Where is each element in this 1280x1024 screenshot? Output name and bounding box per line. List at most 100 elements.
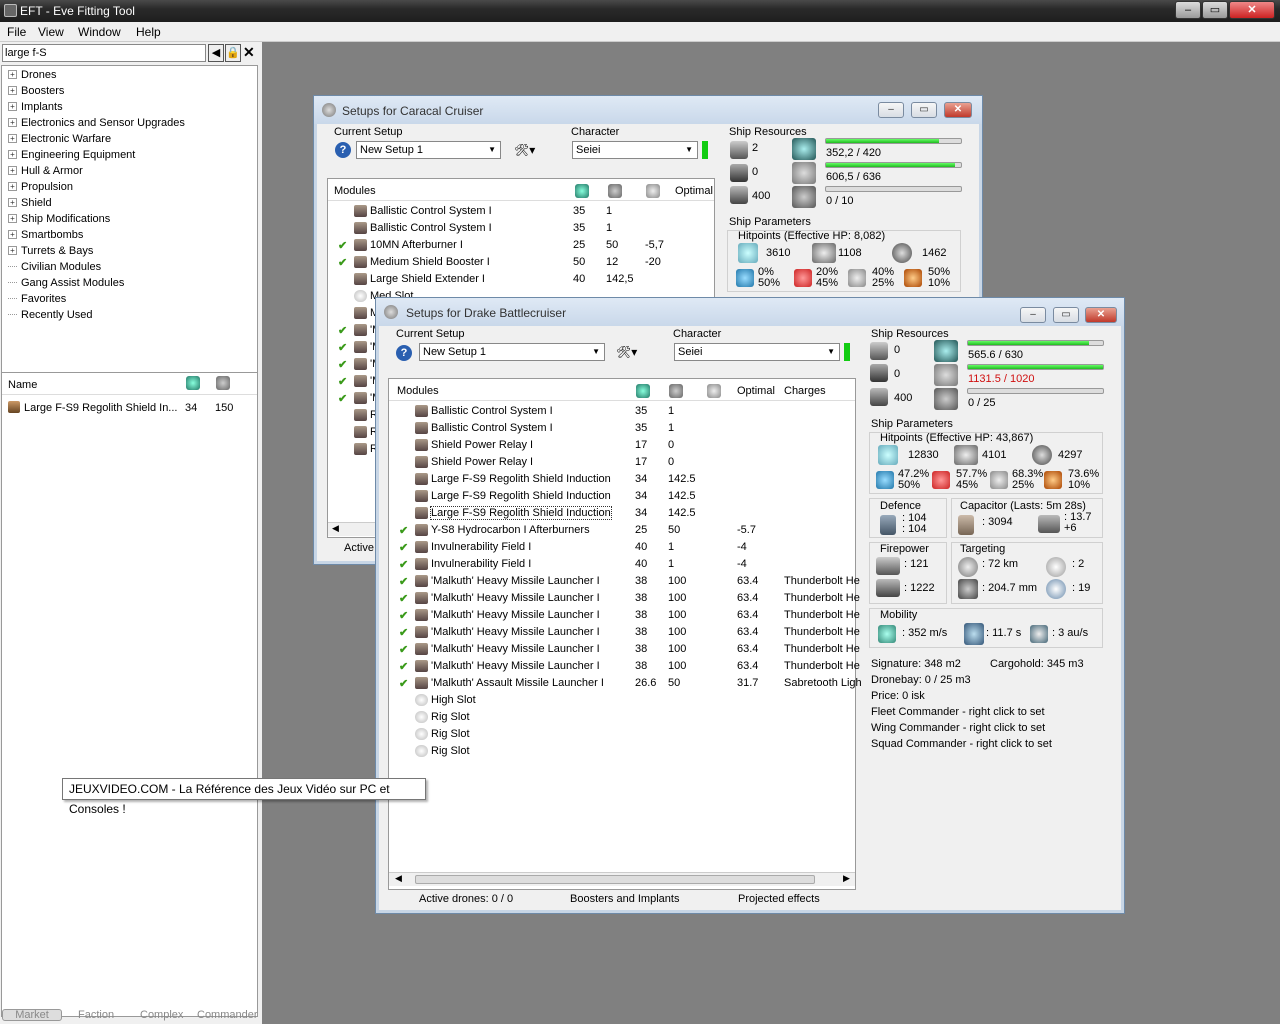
module-row[interactable]: ✔ 'Malkuth' Heavy Missile Launcher I 38 100… [389, 607, 860, 624]
charges-column-header[interactable]: Charges [784, 385, 826, 397]
active-check-icon[interactable]: ✔ [399, 541, 408, 554]
tab-market[interactable]: Market [2, 1009, 62, 1021]
menu-file[interactable]: File [7, 25, 26, 39]
module-row[interactable]: Rig Slot [389, 709, 855, 726]
character-select[interactable]: Seiei ▼ [674, 343, 840, 361]
character-select[interactable]: Seiei ▼ [572, 141, 698, 159]
optimal-column-header[interactable]: Optimal [675, 185, 713, 197]
active-check-icon[interactable]: ✔ [399, 592, 408, 605]
tab-complex[interactable]: Complex [140, 1009, 183, 1021]
module-row[interactable]: High Slot [389, 692, 855, 709]
module-row[interactable]: Shield Power Relay I 17 0 [389, 437, 855, 454]
drake-horizontal-scrollbar[interactable]: ◀ ▶ [389, 872, 855, 886]
active-check-icon[interactable]: ✔ [399, 626, 408, 639]
tree-item[interactable]: + Drones [8, 69, 56, 81]
module-row[interactable]: Large F-S9 Regolith Shield Induction 34 14… [389, 505, 855, 522]
modules-column-header[interactable]: Modules [334, 185, 376, 197]
search-input[interactable]: large f-S [2, 44, 206, 62]
active-check-icon[interactable]: ✔ [338, 256, 347, 269]
module-row[interactable]: ✔ Y-S8 Hydrocarbon I Afterburners 25 50 -5.7 [389, 522, 855, 539]
active-check-icon[interactable]: ✔ [338, 392, 347, 405]
menu-help[interactable]: Help [136, 25, 161, 39]
caracal-maximize-button[interactable]: ▭ [911, 102, 937, 118]
active-check-icon[interactable]: ✔ [338, 324, 347, 337]
active-check-icon[interactable]: ✔ [338, 239, 347, 252]
tab-commander[interactable]: Commander [197, 1009, 258, 1021]
back-icon[interactable]: ◀ [208, 44, 224, 62]
tree-item[interactable]: + Hull & Armor [8, 165, 83, 177]
caracal-close-button[interactable]: ✕ [944, 102, 972, 118]
tree-item[interactable]: + Smartbombs [8, 229, 83, 241]
tree-item[interactable]: + Propulsion [8, 181, 73, 193]
module-row[interactable]: Ballistic Control System I 35 1 [389, 403, 855, 420]
module-row[interactable]: Rig Slot [389, 726, 855, 743]
active-check-icon[interactable]: ✔ [338, 375, 347, 388]
active-check-icon[interactable]: ✔ [399, 660, 408, 673]
lock-icon[interactable]: 🔒 [225, 44, 241, 62]
help-icon[interactable]: ? [335, 142, 351, 158]
close-button[interactable]: ✕ [1229, 1, 1275, 19]
menu-view[interactable]: View [38, 25, 64, 39]
module-row[interactable]: ✔ 'Malkuth' Heavy Missile Launcher I 38 100… [389, 573, 860, 590]
module-row[interactable]: Large F-S9 Regolith Shield Induction 34 14… [389, 471, 855, 488]
menu-window[interactable]: Window [78, 25, 121, 39]
modules-column-header[interactable]: Modules [397, 385, 439, 397]
module-row[interactable]: ✔ Invulnerability Field I 40 1 -4 [389, 539, 855, 556]
squad-commander-slot[interactable]: Squad Commander - right click to set [871, 738, 1052, 750]
module-row[interactable]: ✔ Medium Shield Booster I 50 12 -20 [328, 254, 714, 271]
drake-minimize-button[interactable]: – [1020, 307, 1046, 323]
active-check-icon[interactable]: ✔ [338, 358, 347, 371]
active-check-icon[interactable]: ✔ [338, 341, 347, 354]
fleet-commander-slot[interactable]: Fleet Commander - right click to set [871, 706, 1045, 718]
module-row[interactable]: ✔ 'Malkuth' Heavy Missile Launcher I 38 100… [389, 658, 860, 675]
active-check-icon[interactable]: ✔ [399, 575, 408, 588]
module-row[interactable]: ✔ 10MN Afterburner I 25 50 -5,7 [328, 237, 714, 254]
module-row[interactable]: Large F-S9 Regolith Shield Induction 34 14… [389, 488, 855, 505]
scrollbar-thumb[interactable] [415, 875, 815, 884]
module-row[interactable]: Large Shield Extender I 40 142,5 [328, 271, 714, 288]
active-check-icon[interactable]: ✔ [399, 609, 408, 622]
tree-item[interactable]: + Shield [8, 197, 52, 209]
tree-item[interactable]: Gang Assist Modules [8, 277, 124, 289]
module-row[interactable]: ✔ 'Malkuth' Assault Missile Launcher I 26.… [389, 675, 862, 692]
tree-item[interactable]: + Boosters [8, 85, 64, 97]
active-drones-label[interactable]: Active drones: 0 / 0 [419, 893, 513, 905]
drake-maximize-button[interactable]: ▭ [1053, 307, 1079, 323]
clear-search-icon[interactable]: ✕ [243, 44, 255, 61]
optimal-column-header[interactable]: Optimal [737, 385, 775, 397]
tree-item[interactable]: + Engineering Equipment [8, 149, 135, 161]
name-column-header[interactable]: Name [8, 379, 37, 391]
module-row[interactable]: ✔ 'Malkuth' Heavy Missile Launcher I 38 100… [389, 590, 860, 607]
tab-faction[interactable]: Faction [78, 1009, 114, 1021]
module-row[interactable]: Ballistic Control System I 35 1 [328, 220, 714, 237]
active-check-icon[interactable]: ✔ [399, 677, 408, 690]
tree-item[interactable]: Favorites [8, 293, 66, 305]
wing-commander-slot[interactable]: Wing Commander - right click to set [871, 722, 1045, 734]
tree-item[interactable]: Recently Used [8, 309, 93, 321]
help-icon[interactable]: ? [396, 345, 412, 361]
module-row[interactable]: Rig Slot [389, 743, 855, 760]
minimize-button[interactable]: – [1175, 1, 1201, 19]
tree-item[interactable]: + Turrets & Bays [8, 245, 93, 257]
setup-select[interactable]: New Setup 1 ▼ [356, 141, 501, 159]
module-row[interactable]: Shield Power Relay I 17 0 [389, 454, 855, 471]
active-check-icon[interactable]: ✔ [399, 643, 408, 656]
module-row[interactable]: Ballistic Control System I 35 1 [389, 420, 855, 437]
ship-options-icon[interactable]: 🛠▾ [616, 345, 637, 359]
caracal-minimize-button[interactable]: – [878, 102, 904, 118]
setup-select[interactable]: New Setup 1 ▼ [419, 343, 605, 361]
boosters-implants-label[interactable]: Boosters and Implants [570, 893, 679, 905]
tree-item[interactable]: + Implants [8, 101, 63, 113]
projected-effects-label[interactable]: Projected effects [738, 893, 820, 905]
module-row[interactable]: Ballistic Control System I 35 1 [328, 203, 714, 220]
active-check-icon[interactable]: ✔ [399, 524, 408, 537]
tree-item[interactable]: + Electronic Warfare [8, 133, 111, 145]
tree-item[interactable]: + Electronics and Sensor Upgrades [8, 117, 185, 129]
list-item[interactable]: Large F-S9 Regolith Shield In... 34 150 [2, 400, 257, 417]
ship-options-icon[interactable]: 🛠▾ [514, 143, 535, 157]
tree-item[interactable]: + Ship Modifications [8, 213, 110, 225]
module-row[interactable]: ✔ Invulnerability Field I 40 1 -4 [389, 556, 855, 573]
active-check-icon[interactable]: ✔ [399, 558, 408, 571]
maximize-button[interactable]: ▭ [1202, 1, 1228, 19]
drake-close-button[interactable]: ✕ [1085, 307, 1117, 323]
